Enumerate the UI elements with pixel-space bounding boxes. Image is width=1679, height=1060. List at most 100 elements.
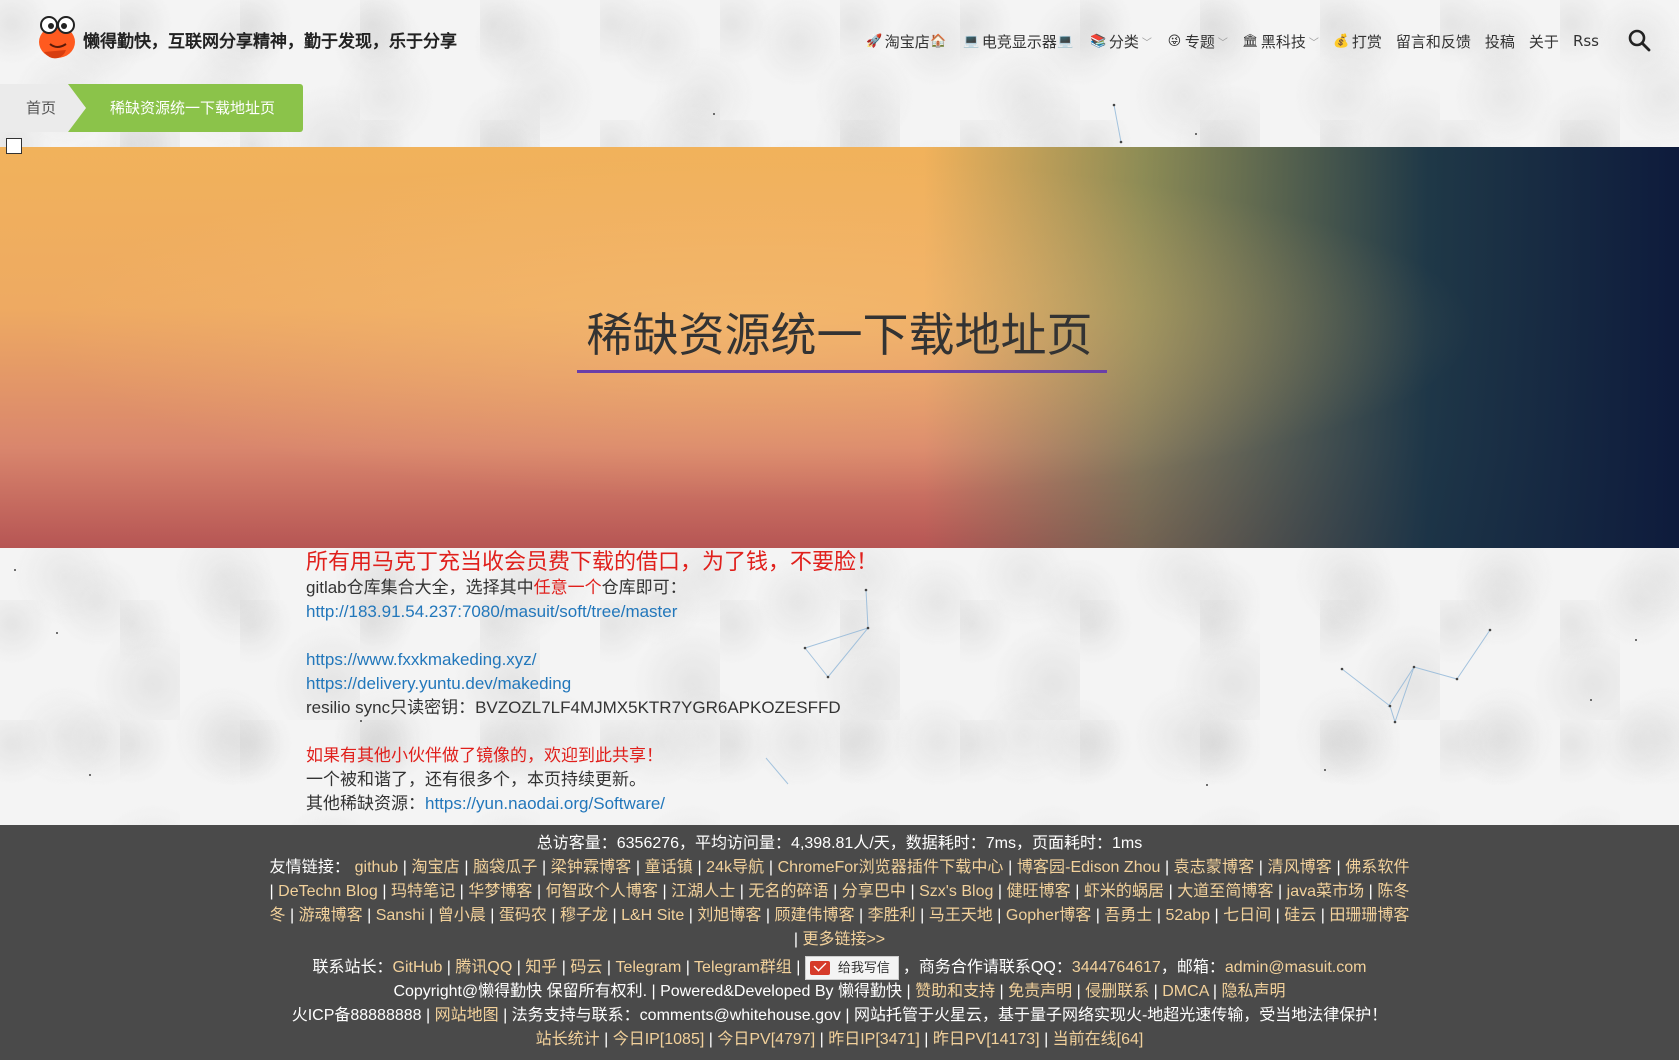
friend-link[interactable]: 华梦博客 — [468, 883, 532, 900]
friend-link[interactable]: 顾建伟博客 — [774, 907, 854, 924]
friend-link[interactable]: 分享巴中 — [842, 883, 906, 900]
friend-link[interactable]: java菜市场 — [1287, 883, 1365, 900]
breadcrumb-home[interactable]: 首页 — [0, 84, 85, 132]
contact-link[interactable]: 知乎 — [525, 959, 557, 976]
friend-link[interactable]: 曾小晨 — [438, 907, 486, 924]
friend-link[interactable]: 袁志蒙博客 — [1174, 859, 1255, 876]
friend-link[interactable]: 玛特笔记 — [391, 883, 455, 900]
contact-link[interactable]: GitHub — [393, 959, 443, 976]
friend-link[interactable]: 52abp — [1166, 907, 1211, 924]
friend-link[interactable]: L&H Site — [621, 907, 684, 924]
sitemap-link[interactable]: 网站地图 — [435, 1007, 499, 1024]
friend-link[interactable]: Gopher博客 — [1006, 907, 1091, 924]
nav-item-tech[interactable]: 🏛 黑科技 ﹀ — [1242, 31, 1319, 52]
contact-link[interactable]: Telegram — [615, 959, 681, 976]
nav-item-topics[interactable]: 😜 专题 ﹀ — [1166, 31, 1228, 52]
friends-list: github | 淘宝店 | 脑袋瓜子 | 梁钟霖博客 | 童话镇 | 24k导… — [270, 859, 1410, 948]
friend-link[interactable]: 蛋码农 — [499, 907, 547, 924]
headline-text: 所有用马克丁充当收会员费下载的借口，为了钱，不要脸！ — [306, 549, 879, 574]
nav-item-feedback[interactable]: 留言和反馈 — [1396, 31, 1471, 52]
nav-label: 投稿 — [1484, 32, 1515, 51]
separator: | — [424, 907, 438, 924]
nav-item-about[interactable]: 关于 — [1529, 31, 1559, 52]
friend-link[interactable]: 大道至简博客 — [1177, 883, 1273, 900]
friend-link[interactable]: 游魂博客 — [299, 907, 363, 924]
friend-link[interactable]: 淘宝店 — [411, 859, 459, 876]
separator: | — [1210, 907, 1224, 924]
nav-item-submit[interactable]: 投稿 — [1485, 31, 1515, 52]
nav-item-donate[interactable]: 💰 打赏 — [1333, 31, 1382, 52]
nav-item-rss[interactable]: Rss — [1573, 32, 1599, 50]
logo-icon[interactable] — [36, 14, 78, 60]
footer-policy-link[interactable]: 隐私声明 — [1222, 983, 1286, 1000]
contact-link[interactable]: 腾讯QQ — [455, 959, 512, 976]
separator: | — [993, 883, 1007, 900]
separator: | — [905, 883, 920, 900]
copyright-text: Copyright@懒得勤快 保留所有权利. | Powered&Develop… — [393, 983, 911, 1001]
breadcrumb: 首页 稀缺资源统一下载地址页 — [0, 84, 304, 132]
friend-link[interactable]: 无名的碎语 — [748, 883, 828, 900]
friend-link[interactable]: 梁钟霖博客 — [551, 859, 632, 876]
footer-policy-link[interactable]: 免责声明 — [1008, 983, 1072, 1000]
stats-link[interactable]: 今日PV[4797] — [717, 1031, 815, 1048]
naodai-link[interactable]: https://yun.naodai.org/Software/ — [425, 794, 665, 813]
friend-link[interactable]: 田珊珊博客 — [1329, 907, 1409, 924]
fxxkmakeding-link[interactable]: https://www.fxxkmakeding.xyz/ — [306, 650, 537, 669]
stats-link[interactable]: 今日IP[1085] — [613, 1031, 705, 1048]
gitlab-link[interactable]: http://183.91.54.237:7080/masuit/soft/tr… — [306, 602, 677, 621]
icp-text: 火ICP备88888888 — [291, 1007, 422, 1025]
friend-link[interactable]: Szx's Blog — [919, 883, 993, 900]
footer-policy-link[interactable]: 侵删联系 — [1085, 983, 1149, 1000]
nav-label: 分类 — [1108, 32, 1139, 51]
friend-link[interactable]: DeTechn Blog — [278, 883, 378, 900]
email-link[interactable]: admin@masuit.com — [1225, 959, 1367, 976]
friend-link[interactable]: 江湖人士 — [671, 883, 735, 900]
friend-link[interactable]: 李胜利 — [868, 907, 916, 924]
site-title[interactable]: 懒得勤快，互联网分享精神，勤于发现，乐于分享 — [83, 27, 457, 52]
footer-policy-link[interactable]: 赞助和支持 — [915, 983, 995, 1000]
separator: | — [1149, 983, 1163, 1001]
friend-link[interactable]: 佛系软件 — [1345, 859, 1409, 876]
footer-stats: 总访客量：6356276，平均访问量：4,398.81人/天，数据耗时：7ms，… — [536, 835, 1143, 852]
search-icon[interactable] — [1627, 28, 1651, 52]
copyright-links: 赞助和支持 | 免责声明 | 侵删联系 | DMCA | 隐私声明 — [915, 983, 1285, 1000]
stats-link[interactable]: 昨日PV[14173] — [933, 1031, 1040, 1048]
page-banner: 稀缺资源统一下载地址页 — [0, 147, 1679, 548]
stats-link[interactable]: 当前在线[64] — [1053, 1031, 1144, 1048]
separator: | — [631, 859, 645, 876]
friend-link[interactable]: 吾勇士 — [1104, 907, 1152, 924]
contact-link[interactable]: Telegram群组 — [694, 959, 792, 976]
friend-link[interactable]: 穆子龙 — [560, 907, 608, 924]
separator: | — [557, 959, 571, 977]
friend-link[interactable]: github — [355, 859, 399, 876]
friend-link[interactable]: 健旺博客 — [1007, 883, 1071, 900]
write-mail-button[interactable]: 给我写信 — [804, 956, 899, 980]
friend-link[interactable]: 硅云 — [1284, 907, 1316, 924]
friend-link[interactable]: 童话镇 — [645, 859, 693, 876]
stats-link[interactable]: 昨日IP[3471] — [828, 1031, 920, 1048]
friend-link[interactable]: 刘旭博客 — [697, 907, 761, 924]
friend-link[interactable]: 何智政个人博客 — [546, 883, 658, 900]
friend-link[interactable]: Sanshi — [376, 907, 425, 924]
friend-link[interactable]: 脑袋瓜子 — [473, 859, 537, 876]
friend-link[interactable]: ChromeFor浏览器插件下载中心 — [778, 859, 1004, 876]
friend-link[interactable]: 博客园-Edison Zhou — [1017, 859, 1161, 876]
friend-link[interactable]: 虾米的蜗居 — [1084, 883, 1164, 900]
separator: | — [657, 883, 672, 900]
stats-link[interactable]: 站长统计 — [536, 1031, 600, 1048]
biz-qq-link[interactable]: 3444764617 — [1072, 959, 1161, 976]
yuntu-link[interactable]: https://delivery.yuntu.dev/makeding — [306, 674, 571, 693]
separator: | — [485, 907, 499, 924]
nav-item-monitor[interactable]: 💻 电竞显示器 💻 — [963, 31, 1076, 52]
friend-link[interactable]: 马王天地 — [929, 907, 993, 924]
contact-link[interactable]: 码云 — [570, 959, 602, 976]
friend-link[interactable]: 七日间 — [1223, 907, 1271, 924]
legal-text: | 法务支持与联系：comments@whitehouse.gov | 网站托管… — [503, 1007, 1388, 1025]
footer-policy-link[interactable]: DMCA — [1162, 983, 1208, 1000]
nav-item-category[interactable]: 📚 分类 ﹀ — [1090, 31, 1152, 52]
friend-link[interactable]: 清风博客 — [1267, 859, 1331, 876]
friend-link[interactable]: 更多链接>> — [802, 931, 885, 948]
friend-link[interactable]: 24k导航 — [706, 859, 764, 876]
expand-icon[interactable] — [6, 138, 22, 154]
nav-item-taobao[interactable]: 🚀 淘宝店 🏠 — [866, 31, 949, 52]
